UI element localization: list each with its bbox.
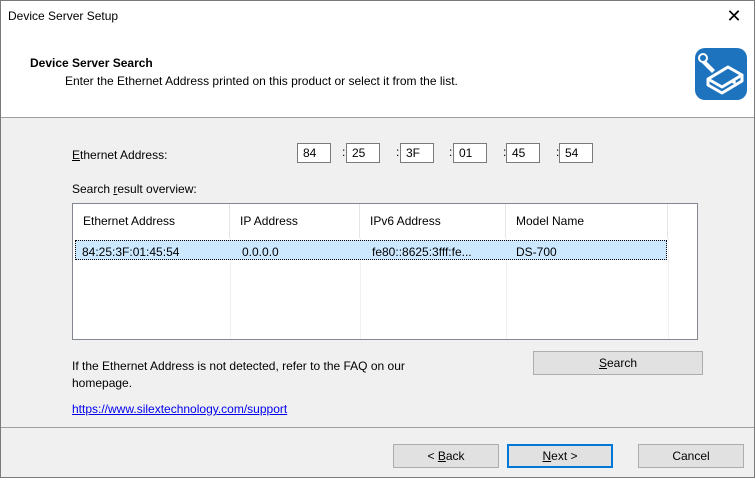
close-button[interactable]: ✕ bbox=[714, 1, 754, 31]
column-gridline bbox=[668, 238, 669, 339]
search-result-list[interactable]: Ethernet Address IP Address IPv6 Address… bbox=[72, 203, 698, 340]
cell-ip-address: 0.0.0.0 bbox=[242, 245, 279, 259]
cell-model-name: DS-700 bbox=[516, 245, 557, 259]
ethernet-address-label: Ethernet Address: bbox=[72, 148, 168, 162]
column-header-ip-address[interactable]: IP Address bbox=[230, 204, 360, 238]
search-result-label: Search result overview: bbox=[72, 182, 197, 196]
page-title: Device Server Search bbox=[30, 56, 153, 70]
table-row[interactable]: 84:25:3F:01:45:54 0.0.0.0 fe80::8625:3ff… bbox=[75, 240, 667, 260]
footer-divider bbox=[1, 427, 754, 428]
octet-separator: : bbox=[449, 145, 453, 159]
column-header-ipv6-address[interactable]: IPv6 Address bbox=[360, 204, 506, 238]
ethernet-octet-3-field[interactable]: 3F bbox=[400, 143, 434, 163]
column-header-ethernet-address[interactable]: Ethernet Address bbox=[73, 204, 230, 238]
cancel-button[interactable]: Cancel bbox=[638, 444, 744, 468]
column-header-model-name[interactable]: Model Name bbox=[506, 204, 668, 238]
ethernet-octet-6-field[interactable]: 54 bbox=[559, 143, 593, 163]
next-button[interactable]: Next > bbox=[507, 444, 613, 468]
cell-ipv6-address: fe80::8625:3fff:fe... bbox=[372, 245, 472, 259]
ethernet-octet-1-field[interactable]: 84 bbox=[297, 143, 331, 163]
support-link[interactable]: https://www.silextechnology.com/support bbox=[72, 402, 287, 416]
list-header: Ethernet Address IP Address IPv6 Address… bbox=[73, 204, 697, 238]
window-title: Device Server Setup bbox=[8, 9, 119, 23]
setup-dialog: Device Server Setup ✕ Device Server Sear… bbox=[0, 0, 755, 478]
faq-text-line-1: If the Ethernet Address is not detected,… bbox=[72, 359, 405, 373]
octet-separator: : bbox=[342, 145, 346, 159]
ethernet-octet-2-field[interactable]: 25 bbox=[346, 143, 380, 163]
device-server-wrench-icon bbox=[695, 48, 747, 100]
page-subtitle: Enter the Ethernet Address printed on th… bbox=[65, 74, 458, 88]
title-bar: Device Server Setup ✕ bbox=[1, 1, 754, 31]
faq-text-line-2: homepage. bbox=[72, 376, 133, 390]
search-button[interactable]: Search bbox=[533, 351, 703, 375]
octet-separator: : bbox=[396, 145, 400, 159]
ethernet-octet-5-field[interactable]: 45 bbox=[506, 143, 540, 163]
wizard-header: Device Server Search Enter the Ethernet … bbox=[1, 31, 754, 118]
cell-ethernet-address: 84:25:3F:01:45:54 bbox=[82, 245, 180, 259]
back-button[interactable]: < Back bbox=[393, 444, 499, 468]
ethernet-octet-4-field[interactable]: 01 bbox=[453, 143, 487, 163]
